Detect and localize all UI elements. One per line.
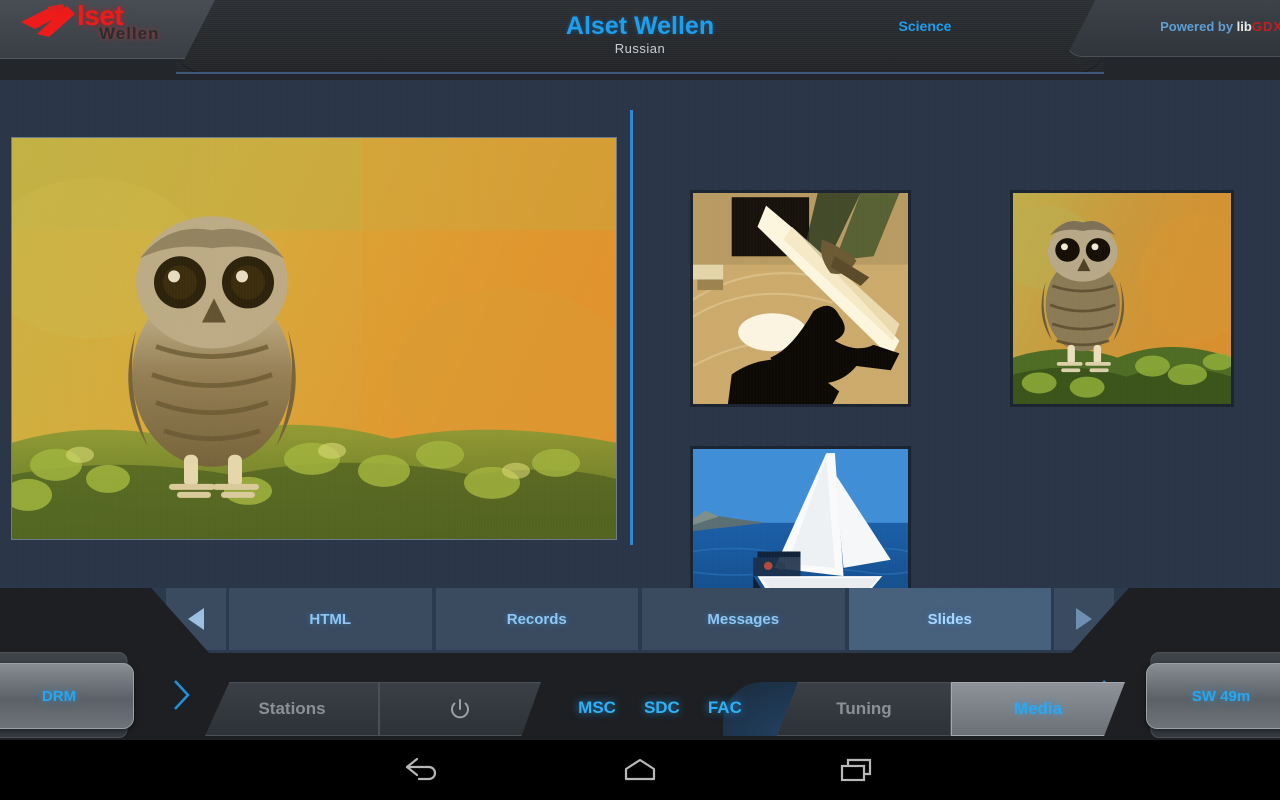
main-slide-artwork	[12, 138, 616, 539]
libgdx-gdx-text: GDX	[1251, 19, 1280, 34]
code-fac: FAC	[707, 698, 742, 717]
powered-by-text: Powered by	[1160, 19, 1237, 34]
tab-messages[interactable]: Messages	[641, 588, 846, 650]
mode-carousel-left: DRM	[0, 652, 134, 740]
stations-button[interactable]: Stations	[205, 682, 379, 736]
main-slide-image[interactable]	[11, 137, 617, 540]
home-icon	[624, 758, 656, 781]
thumbnail-gym-artwork	[693, 193, 908, 404]
power-button[interactable]	[379, 682, 541, 736]
triangle-left-icon	[188, 608, 204, 630]
app-header: lset Wellen Alset Wellen Russian Science…	[0, 0, 1280, 80]
tuning-button[interactable]: Tuning	[777, 682, 951, 736]
application-window: lset Wellen Alset Wellen Russian Science…	[0, 0, 1280, 800]
libgdx-lib-text: lib	[1236, 19, 1252, 34]
mode-button-drm[interactable]: DRM	[0, 663, 134, 729]
slide-tab-row: HTML Records Messages Slides	[166, 588, 1114, 650]
powered-by-libgdx: Powered by libGDX	[1160, 19, 1280, 34]
android-home-button[interactable]	[580, 740, 700, 800]
android-navigation-bar	[0, 740, 1280, 800]
thumbnail-owl[interactable]	[1011, 191, 1233, 406]
app-screen: lset Wellen Alset Wellen Russian Science…	[0, 0, 1280, 740]
header-right-plate: Powered by libGDX	[1066, 0, 1280, 57]
signal-code-indicators: MSC SDC FAC	[535, 682, 785, 734]
code-msc: MSC	[578, 698, 616, 717]
tab-slides[interactable]: Slides	[847, 588, 1052, 650]
console-button-row: Stations MSC SDC FAC Tuning Media	[205, 682, 1125, 736]
android-back-button[interactable]	[363, 740, 483, 800]
back-icon	[405, 757, 437, 781]
media-button[interactable]: Media	[951, 682, 1125, 736]
band-button-sw49m[interactable]: SW 49m	[1146, 663, 1280, 729]
code-sdc: SDC	[643, 698, 680, 717]
slides-content-area	[0, 80, 1280, 656]
thumbnail-owl-artwork	[1013, 193, 1231, 404]
header-underline	[176, 72, 1104, 74]
tab-records[interactable]: Records	[434, 588, 639, 650]
recents-icon	[840, 758, 872, 782]
band-carousel-right: SW 49m	[1146, 652, 1280, 740]
tab-html[interactable]: HTML	[228, 588, 433, 650]
android-recents-button[interactable]	[797, 740, 917, 800]
station-genre: Science	[898, 18, 952, 34]
power-icon	[451, 699, 469, 719]
triangle-right-icon	[1076, 608, 1092, 630]
content-divider	[630, 110, 633, 545]
chevron-right-icon[interactable]	[170, 678, 192, 712]
thumbnail-gym[interactable]	[691, 191, 910, 406]
